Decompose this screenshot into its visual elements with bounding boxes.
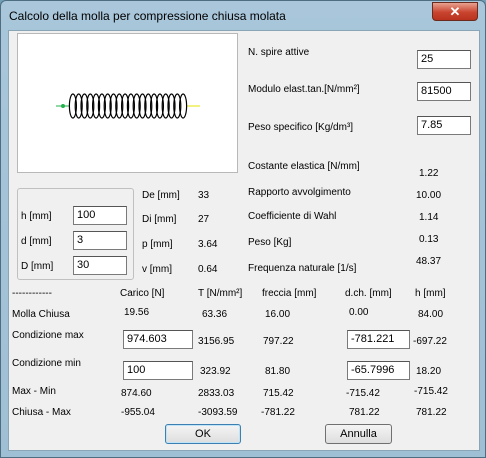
row-max-h: -697.22 <box>413 336 447 347</box>
spire-label: N. spire attive <box>248 47 310 58</box>
row-chiusa-dch: 0.00 <box>349 307 369 318</box>
close-button[interactable]: ✕ <box>432 2 478 21</box>
wahl-value: 1.14 <box>419 212 439 223</box>
window-title: Calcolo della molla per compressione chi… <box>9 9 286 23</box>
row-min-h: 18.20 <box>416 366 442 377</box>
De-value: 33 <box>198 190 210 201</box>
header-t: T [N/mm²] <box>198 288 243 299</box>
rapporto-value: 10.00 <box>416 190 442 201</box>
row-chiusa-label: Molla Chiusa <box>12 309 70 320</box>
header-freccia: freccia [mm] <box>262 288 317 299</box>
row-chiusamax-h: 781.22 <box>416 407 447 418</box>
row-chiusa-freccia: 16.00 <box>265 309 291 320</box>
peso-specifico-label: Peso specifico [Kg/dm³] <box>248 122 354 133</box>
row-chiusamax-label: Chiusa - Max <box>12 407 71 418</box>
row-chiusamax-freccia: -781.22 <box>261 407 295 418</box>
row-max-label: Condizione max <box>12 330 84 341</box>
close-icon: ✕ <box>449 4 461 19</box>
header-carico: Carico [N] <box>120 288 165 299</box>
header-h: h [mm] <box>415 288 446 299</box>
row-chiusa-carico: 19.56 <box>124 307 150 318</box>
wahl-label: Coefficiente di Wahl <box>248 211 337 222</box>
frequenza-value: 48.37 <box>416 256 442 267</box>
D-input[interactable]: 30 <box>73 256 127 275</box>
spring-left-point <box>61 104 65 108</box>
Di-value: 27 <box>198 214 210 225</box>
D-label: D [mm] <box>21 261 54 272</box>
costante-value: 1.22 <box>419 168 439 179</box>
modulo-input[interactable]: 81500 <box>417 82 471 101</box>
row-chiusamax-dch: 781.22 <box>349 407 380 418</box>
spire-input[interactable]: 25 <box>417 50 471 69</box>
annulla-button[interactable]: Annulla <box>325 424 392 444</box>
spring-drawing <box>56 93 200 119</box>
row-maxmin-h: -715.42 <box>414 386 448 397</box>
rapporto-label: Rapporto avvolgimento <box>248 187 351 198</box>
spring-preview <box>17 33 238 173</box>
modulo-label: Modulo elast.tan.[N/mm²] <box>248 84 360 95</box>
d-input[interactable]: 3 <box>73 231 127 250</box>
row-maxmin-dch: -715.42 <box>346 388 380 399</box>
row-max-freccia: 797.22 <box>263 336 294 347</box>
costante-label: Costante elastica [N/mm] <box>248 161 360 172</box>
v-value: 0.64 <box>198 264 218 275</box>
peso-label: Peso [Kg] <box>248 237 292 248</box>
frequenza-label: Frequenza naturale [1/s] <box>248 263 357 274</box>
carico-min-input[interactable]: 100 <box>123 361 193 380</box>
d-label: d [mm] <box>21 236 52 247</box>
ok-button[interactable]: OK <box>165 424 241 444</box>
h-label: h [mm] <box>21 211 52 222</box>
De-label: De [mm] <box>142 190 180 201</box>
dch-min-input[interactable]: -65.7996 <box>347 361 410 380</box>
row-min-label: Condizione min <box>12 358 81 369</box>
carico-max-input[interactable]: 974.603 <box>123 330 193 349</box>
row-min-freccia: 81.80 <box>265 366 291 377</box>
v-label: v [mm] <box>142 264 172 275</box>
Di-label: Di [mm] <box>142 214 177 225</box>
row-maxmin-carico: 874.60 <box>121 388 152 399</box>
row-maxmin-t: 2833.03 <box>198 388 235 399</box>
header-dch: d.ch. [mm] <box>345 288 392 299</box>
title-bar[interactable]: Calcolo della molla per compressione chi… <box>1 1 485 31</box>
row-chiusa-t: 63.36 <box>202 309 228 320</box>
peso-specifico-input[interactable]: 7.85 <box>417 116 471 135</box>
row-maxmin-freccia: 715.42 <box>263 388 294 399</box>
p-value: 3.64 <box>198 239 218 250</box>
row-chiusamax-carico: -955.04 <box>121 407 155 418</box>
row-chiusa-h: 84.00 <box>418 309 444 320</box>
row-max-t: 3156.95 <box>198 336 235 347</box>
peso-value: 0.13 <box>419 234 439 245</box>
dch-max-input[interactable]: -781.221 <box>347 330 410 349</box>
row-min-t: 323.92 <box>200 366 231 377</box>
row-maxmin-label: Max - Min <box>12 386 56 397</box>
h-input[interactable]: 100 <box>73 206 127 225</box>
row-chiusamax-t: -3093.59 <box>198 407 238 418</box>
p-label: p [mm] <box>142 239 173 250</box>
table-dashes: ------------ <box>12 288 52 299</box>
